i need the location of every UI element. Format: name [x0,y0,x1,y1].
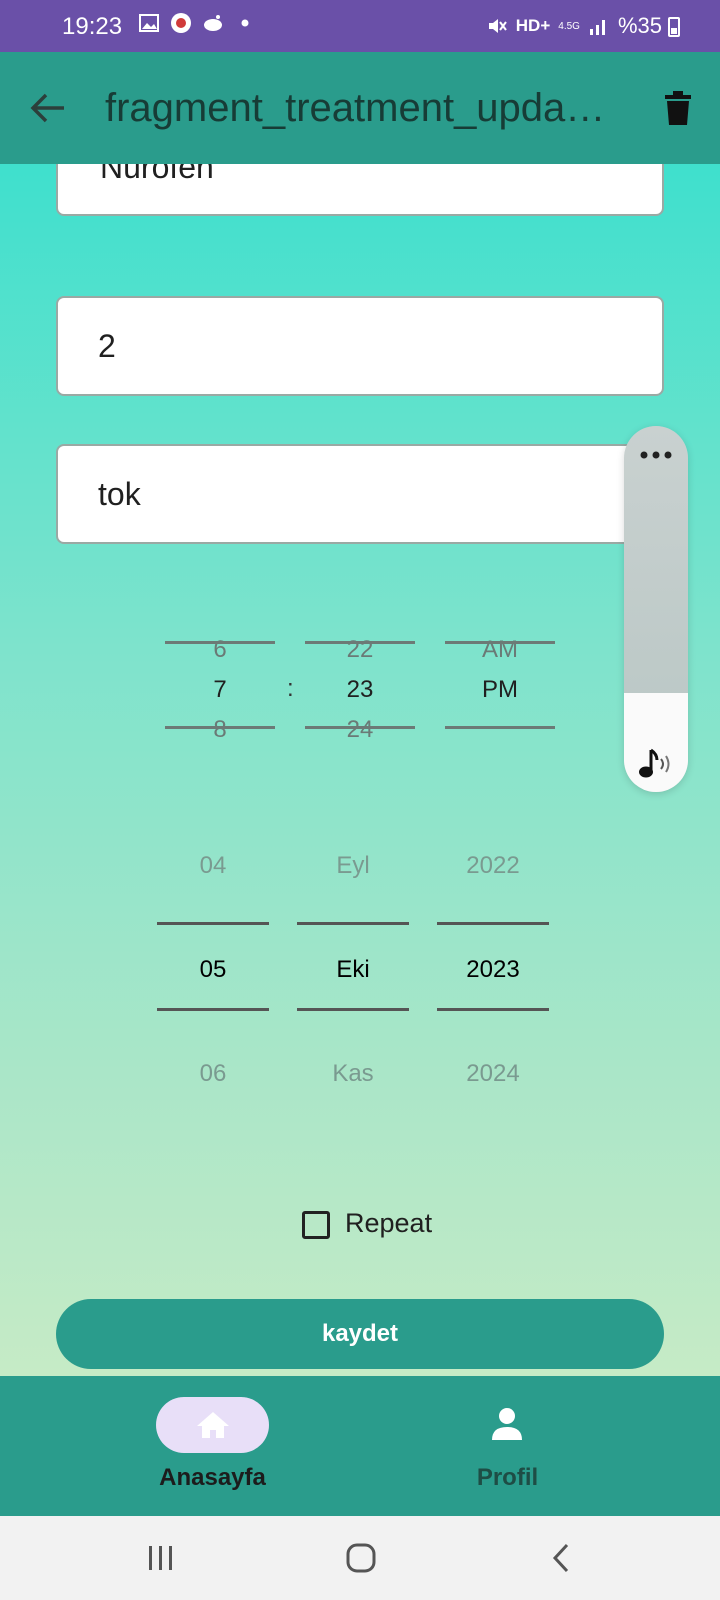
dose-value: 2 [98,327,116,364]
month-next[interactable]: Kas [297,1060,409,1088]
minute-next: 24 [346,716,374,743]
hour-divider-top [165,641,275,644]
save-button[interactable]: kaydet [56,1299,664,1369]
month-selected[interactable]: Eki [297,956,409,984]
ampm-divider-top [445,641,555,644]
minute-selected: 23 [346,676,374,703]
battery-percent: %35 [617,13,662,38]
battery-icon [668,17,680,37]
status-time: 19:23 [62,13,123,40]
hour-selected: 7 [213,676,227,703]
pm-option: PM [482,676,518,703]
ampm-divider-bottom [445,726,555,729]
year-selected[interactable]: 2023 [437,956,549,984]
hour-next: 8 [213,716,227,743]
month-prev[interactable]: Eyl [297,852,409,880]
volume-panel[interactable] [624,426,688,792]
network-sub-label: 4.5G [558,20,580,32]
page-title: fragment_treatment_upda… [105,86,606,130]
reddit-icon [204,15,222,31]
arrow-left-icon[interactable] [28,90,68,126]
signal-icon [589,20,605,35]
save-button-label: kaydet [321,1320,399,1347]
nav-home-label[interactable]: Anasayfa [155,1464,270,1492]
year-divider-top [437,922,549,925]
hour-divider-bottom [165,726,275,729]
app-bar: fragment_treatment_upda… [0,52,720,164]
notification-icons [138,12,256,34]
repeat-label[interactable]: Repeat [345,1208,432,1239]
month-divider-bottom [297,1008,409,1011]
gallery-icon [139,14,159,32]
month-divider-top [297,922,409,925]
minute-divider-top [305,641,415,644]
minute-divider-bottom [305,726,415,729]
year-next[interactable]: 2024 [437,1060,549,1088]
status-bar: 19:23 HD+ 4.5G %35 [0,0,720,52]
person-icon[interactable] [490,1406,524,1442]
network-label: HD+ [515,16,551,35]
more-icon[interactable] [639,450,673,460]
home-icon[interactable] [195,1410,231,1440]
medicine-name-value: Nurofen [100,164,214,185]
system-nav-bar [0,1516,720,1600]
recents-icon[interactable] [146,1544,176,1572]
trash-icon[interactable] [664,90,692,126]
back-button-icon[interactable] [550,1542,572,1574]
medicine-name-field[interactable]: Nurofen [56,164,664,216]
dose-field[interactable]: 2 [56,296,664,396]
form-content: Nurofen 2 tok 6 7 8 : 22 23 24 AM PM 04 [0,164,720,1376]
ampm-column[interactable]: AM PM [445,636,555,716]
minute-column[interactable]: 22 23 24 [305,636,415,756]
repeat-checkbox[interactable] [302,1211,330,1239]
nav-profil-label[interactable]: Profil [455,1464,560,1492]
mute-icon [488,19,507,33]
app-badge-icon [171,13,191,33]
bottom-nav: Anasayfa Profil [0,1376,720,1516]
music-note-icon[interactable] [637,748,677,780]
year-prev[interactable]: 2022 [437,852,549,880]
time-separator: : [287,675,294,702]
home-button-icon[interactable] [345,1542,377,1574]
day-divider-bottom [157,1008,269,1011]
condition-value: tok [98,475,141,512]
dot-icon [241,19,249,27]
condition-field[interactable]: tok [56,444,664,544]
day-prev[interactable]: 04 [157,852,269,880]
day-divider-top [157,922,269,925]
year-divider-bottom [437,1008,549,1011]
status-right: HD+ 4.5G %35 [486,13,662,39]
day-next[interactable]: 06 [157,1060,269,1088]
day-selected[interactable]: 05 [157,956,269,984]
hour-column[interactable]: 6 7 8 [165,636,275,756]
